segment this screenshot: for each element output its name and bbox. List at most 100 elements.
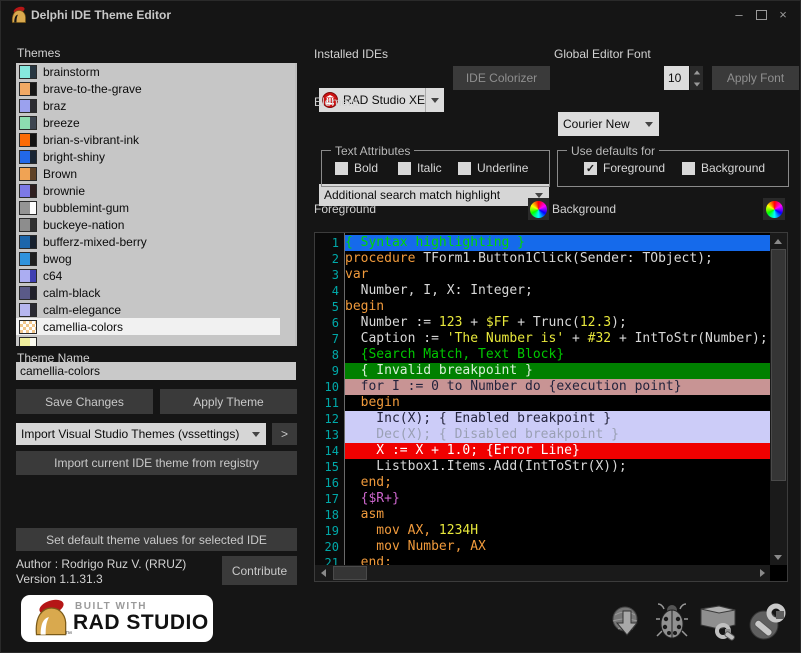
foreground-color-picker-button[interactable] — [528, 198, 549, 220]
save-changes-button[interactable]: Save Changes — [16, 389, 153, 414]
maximize-button[interactable] — [752, 7, 770, 23]
code-line[interactable]: X := X + 1.0; {Error Line} — [345, 443, 770, 459]
editor-hscrollbar[interactable] — [315, 565, 770, 581]
theme-swatch — [19, 99, 37, 113]
code-line[interactable]: mov Number, AX — [345, 539, 770, 555]
checkbox-icon[interactable] — [335, 162, 348, 175]
scroll-thumb[interactable] — [771, 249, 786, 481]
scroll-left-button[interactable] — [315, 565, 331, 581]
scroll-thumb[interactable] — [333, 566, 367, 580]
code-line[interactable]: procedure TForm1.Button1Click(Sender: TO… — [345, 251, 770, 267]
code-line[interactable]: { Invalid breakpoint } — [345, 363, 770, 379]
scroll-down-button[interactable] — [295, 331, 297, 346]
theme-list-item[interactable]: brownie — [16, 182, 280, 199]
stepper-up-button[interactable] — [690, 66, 703, 78]
editor-vscrollbar[interactable] — [770, 233, 787, 565]
theme-list-item[interactable]: brainstorm — [16, 63, 280, 80]
theme-list-item[interactable]: Brown — [16, 165, 280, 182]
trademark-text: ™ — [65, 631, 72, 638]
import-run-button[interactable]: > — [272, 423, 297, 445]
scroll-up-button[interactable] — [770, 233, 786, 249]
theme-list-item[interactable]: bwog — [16, 250, 280, 267]
line-number: 14 — [315, 443, 344, 459]
theme-list-item[interactable]: bright-shiny — [16, 148, 280, 165]
theme-list-item[interactable]: calm-elegance — [16, 301, 280, 318]
theme-list-item[interactable]: breeze — [16, 114, 280, 131]
close-button[interactable]: × — [774, 7, 792, 23]
underline-checkbox[interactable]: Underline — [458, 161, 528, 175]
set-default-button[interactable]: Set default theme values for selected ID… — [16, 528, 297, 551]
code-line[interactable]: Number, I, X: Integer; — [345, 283, 770, 299]
theme-list-item[interactable]: bubblemint-gum — [16, 199, 280, 216]
italic-checkbox[interactable]: Italic — [398, 161, 442, 175]
code-line[interactable]: mov AX, 1234H — [345, 523, 770, 539]
contribute-button[interactable]: Contribute — [222, 556, 297, 585]
code-line[interactable]: begin — [345, 299, 770, 315]
scroll-up-button[interactable] — [295, 63, 297, 78]
minimize-button[interactable]: – — [730, 7, 748, 23]
themes-scrollbar[interactable] — [295, 63, 297, 346]
font-select-value: Courier New — [558, 117, 645, 131]
import-registry-button[interactable]: Import current IDE theme from registry — [16, 451, 297, 475]
scroll-right-button[interactable] — [754, 565, 770, 581]
chevron-right-icon — [760, 569, 765, 577]
bug-report-icon[interactable] — [654, 601, 690, 643]
ide-colorizer-button[interactable]: IDE Colorizer — [453, 66, 550, 90]
code-token: end; — [345, 475, 392, 490]
apply-theme-button[interactable]: Apply Theme — [160, 389, 297, 414]
checkbox-icon[interactable] — [398, 162, 411, 175]
code-line[interactable]: Dec(X); { Disabled breakpoint } — [345, 427, 770, 443]
ide-select-arrow[interactable] — [425, 88, 444, 112]
bold-checkbox[interactable]: Bold — [335, 161, 378, 175]
checkbox-icon[interactable] — [458, 162, 471, 175]
code-line[interactable]: Listbox1.Items.Add(IntToStr(X)); — [345, 459, 770, 475]
code-line[interactable]: var — [345, 267, 770, 283]
code-line[interactable]: { Syntax highlighting } — [345, 235, 770, 251]
code-token: begin — [345, 299, 384, 314]
background-color-picker-button[interactable] — [763, 198, 785, 220]
settings-wrench-icon[interactable] — [746, 601, 786, 643]
code-line[interactable]: {$R+} — [345, 491, 770, 507]
font-select[interactable]: Courier New — [558, 112, 659, 136]
font-size-input[interactable]: 10 — [664, 66, 689, 90]
scroll-down-button[interactable] — [770, 549, 786, 565]
themes-list[interactable]: brainstormbrave-to-the-gravebrazbreezebr… — [16, 63, 297, 346]
theme-list-item[interactable]: bufferz-mixed-berry — [16, 233, 280, 250]
chevron-down-icon — [645, 122, 653, 127]
download-update-icon[interactable] — [609, 601, 647, 643]
theme-list-item[interactable]: c64 — [16, 267, 280, 284]
code-line[interactable]: end; — [345, 475, 770, 491]
editor-code-area[interactable]: { Syntax highlighting }procedure TForm1.… — [345, 233, 770, 567]
code-line[interactable]: asm — [345, 507, 770, 523]
theme-list-item[interactable]: brave-to-the-grave — [16, 80, 280, 97]
checkbox-icon[interactable]: ✓ — [584, 162, 597, 175]
foreground-default-label: Foreground — [603, 161, 665, 175]
line-number: 16 — [315, 475, 344, 491]
line-number: 9 — [315, 363, 344, 379]
apply-font-button[interactable]: Apply Font — [712, 66, 799, 90]
code-line[interactable]: {Search Match, Text Block} — [345, 347, 770, 363]
code-editor[interactable]: 123456789101112131415161718192021 { Synt… — [314, 232, 788, 582]
theme-list-item[interactable]: brian-s-vibrant-ink — [16, 131, 280, 148]
background-default-checkbox[interactable]: Background — [682, 161, 765, 175]
font-size-stepper[interactable] — [690, 66, 703, 90]
code-line[interactable]: begin — [345, 395, 770, 411]
theme-list-item[interactable]: braz — [16, 97, 280, 114]
code-line[interactable]: for I := 0 to Number do {execution point… — [345, 379, 770, 395]
stepper-down-button[interactable] — [690, 78, 703, 90]
theme-name-text: camellia-colors — [43, 320, 123, 334]
code-line[interactable]: Number := 123 + $FF + Trunc(12.3); — [345, 315, 770, 331]
foreground-default-checkbox[interactable]: ✓ Foreground — [584, 161, 665, 175]
theme-list-item[interactable]: calm-black — [16, 284, 280, 301]
code-line[interactable]: Inc(X); { Enabled breakpoint } — [345, 411, 770, 427]
code-line[interactable]: Caption := 'The Number is' + #32 + IntTo… — [345, 331, 770, 347]
theme-list-item[interactable]: camellia-colors — [16, 318, 280, 335]
code-token: mov Number, AX — [345, 539, 486, 554]
code-token: { Invalid breakpoint } — [345, 363, 533, 378]
import-vs-themes-select[interactable]: Import Visual Studio Themes (vssettings) — [16, 423, 266, 445]
package-tools-icon[interactable] — [697, 601, 739, 643]
checkbox-icon[interactable] — [682, 162, 695, 175]
theme-list-item[interactable]: buckeye-nation — [16, 216, 280, 233]
theme-name-input[interactable] — [16, 362, 296, 380]
theme-list-item[interactable] — [16, 335, 280, 346]
